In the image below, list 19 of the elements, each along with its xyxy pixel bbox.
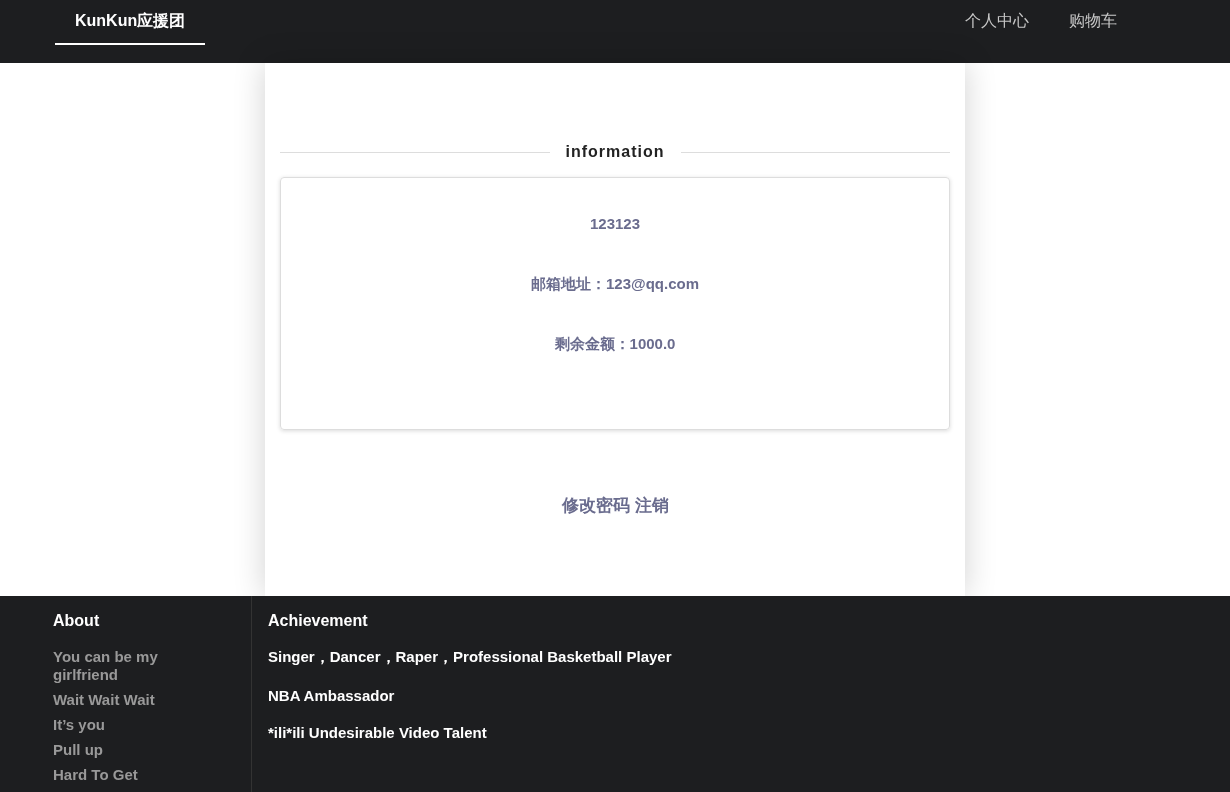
achievement-text: *ili*ili Undesirable Video Talent [268, 724, 488, 741]
info-text: 123123 [589, 214, 641, 234]
section-heading: information [565, 143, 665, 161]
song-link[interactable]: You can be my girlfriend [53, 648, 203, 684]
song-link[interactable]: Wait Wait Wait [53, 691, 203, 709]
achievement-text: NBA Ambassador [268, 687, 396, 704]
info-text: 剩余金额：1000.0 [554, 334, 676, 354]
brand-link[interactable]: KunKun应援团 [55, 0, 206, 45]
action-link[interactable]: 注销 [634, 494, 669, 517]
info-text: 邮箱地址：123@qq.com [531, 274, 699, 294]
footer-title: Achievement [268, 612, 369, 630]
achievement-text: Singer，Dancer，Raper，Professional Basketball Player [268, 648, 672, 667]
song-link[interactable]: Pull up [53, 741, 203, 759]
nav-link[interactable]: 购物车 [1049, 0, 1137, 45]
footer-title: About [53, 612, 101, 630]
nav-link[interactable]: 个人中心 [945, 0, 1049, 45]
song-link[interactable]: It’s you [53, 716, 203, 734]
song-link[interactable]: Hard To Get [53, 766, 203, 784]
action-link[interactable]: 修改密码 [561, 494, 630, 517]
